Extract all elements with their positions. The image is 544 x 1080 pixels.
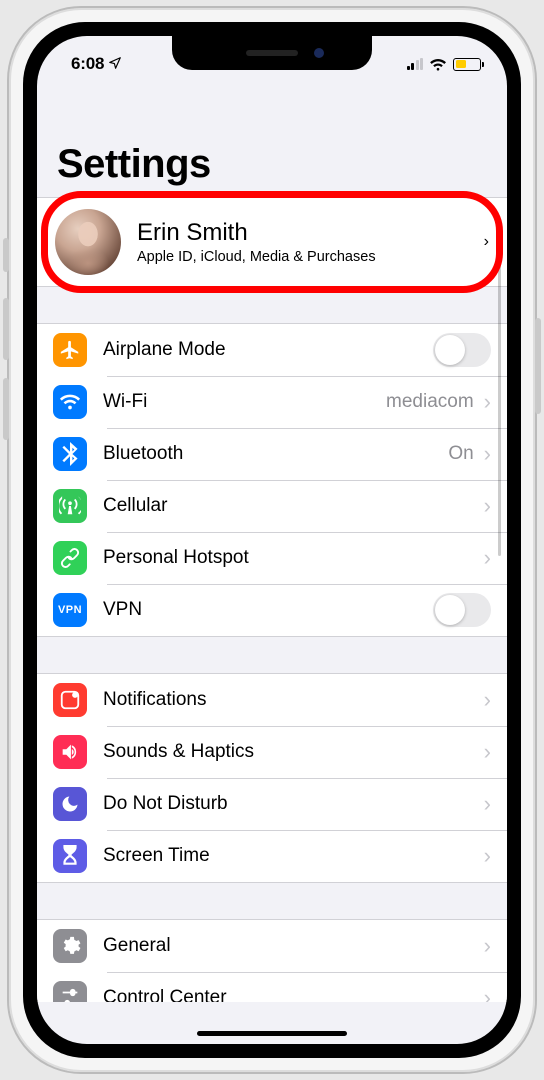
mute-switch [3,238,9,272]
screen: 6:08 Settings Erin Sm [37,36,507,1044]
row-label: VPN [103,599,433,621]
row-label: Personal Hotspot [103,547,484,569]
settings-group-notifications: Notifications › Sounds & Haptics › Do No… [37,673,507,883]
chevron-right-icon: › [484,495,491,517]
row-label: Wi-Fi [103,391,386,413]
row-airplane-mode[interactable]: Airplane Mode [37,324,507,376]
row-label: General [103,935,484,957]
link-icon [53,541,87,575]
apple-id-subtitle: Apple ID, iCloud, Media & Purchases [137,249,484,265]
chevron-right-icon: › [484,689,491,711]
row-value: On [448,443,473,465]
row-label: Do Not Disturb [103,793,484,815]
row-do-not-disturb[interactable]: Do Not Disturb › [37,778,507,830]
moon-icon [53,787,87,821]
antenna-icon [53,489,87,523]
notch [172,36,372,70]
row-screen-time[interactable]: Screen Time › [37,830,507,882]
bluetooth-icon [53,437,87,471]
row-bluetooth[interactable]: Bluetooth On › [37,428,507,480]
settings-group-general: General › Control Center › AA Display & … [37,919,507,1002]
chevron-right-icon: › [484,935,491,957]
apple-id-section: Erin Smith Apple ID, iCloud, Media & Pur… [37,197,507,287]
row-personal-hotspot[interactable]: Personal Hotspot › [37,532,507,584]
speaker-icon [53,735,87,769]
row-control-center[interactable]: Control Center › [37,972,507,1002]
power-button [535,318,541,414]
row-sounds[interactable]: Sounds & Haptics › [37,726,507,778]
phone-body: 6:08 Settings Erin Sm [23,22,521,1058]
chevron-right-icon: › [484,391,491,413]
row-wifi[interactable]: Wi-Fi mediacom › [37,376,507,428]
chevron-right-icon: › [484,443,491,465]
settings-group-connectivity: Airplane Mode Wi-Fi mediacom › Bluetooth [37,323,507,637]
vpn-icon: VPN [53,593,87,627]
home-indicator[interactable] [197,1031,347,1036]
wifi-icon [53,385,87,419]
chevron-right-icon: › [484,987,491,1002]
airplane-icon [53,333,87,367]
chevron-right-icon: › [484,547,491,569]
chevron-right-icon: › [484,845,491,867]
row-general[interactable]: General › [37,920,507,972]
gear-icon [53,929,87,963]
row-value: mediacom [386,391,474,413]
apple-id-row[interactable]: Erin Smith Apple ID, iCloud, Media & Pur… [37,197,507,287]
wifi-status-icon [429,58,447,71]
row-label: Sounds & Haptics [103,741,484,763]
location-icon [108,56,122,73]
row-label: Screen Time [103,845,484,867]
volume-up-button [3,298,9,360]
cellular-signal-icon [407,58,424,70]
vpn-toggle[interactable] [433,593,491,627]
apple-id-name: Erin Smith [137,219,484,247]
settings-content: Settings Erin Smith Apple ID, iCloud, Me… [37,84,507,1002]
phone-frame: 6:08 Settings Erin Sm [7,6,537,1074]
row-label: Bluetooth [103,443,448,465]
status-time: 6:08 [71,54,104,74]
airplane-toggle[interactable] [433,333,491,367]
row-notifications[interactable]: Notifications › [37,674,507,726]
sliders-icon [53,981,87,1002]
chevron-right-icon: › [484,793,491,815]
row-vpn[interactable]: VPN VPN [37,584,507,636]
row-label: Cellular [103,495,484,517]
battery-icon [453,58,481,71]
chevron-right-icon: › [484,741,491,763]
row-label: Control Center [103,987,484,1002]
scroll-indicator [498,236,501,556]
avatar [55,209,121,275]
hourglass-icon [53,839,87,873]
notification-icon [53,683,87,717]
page-title: Settings [37,142,507,197]
volume-down-button [3,378,9,440]
row-label: Airplane Mode [103,339,433,361]
row-cellular[interactable]: Cellular › [37,480,507,532]
row-label: Notifications [103,689,484,711]
chevron-right-icon: › [484,233,489,251]
